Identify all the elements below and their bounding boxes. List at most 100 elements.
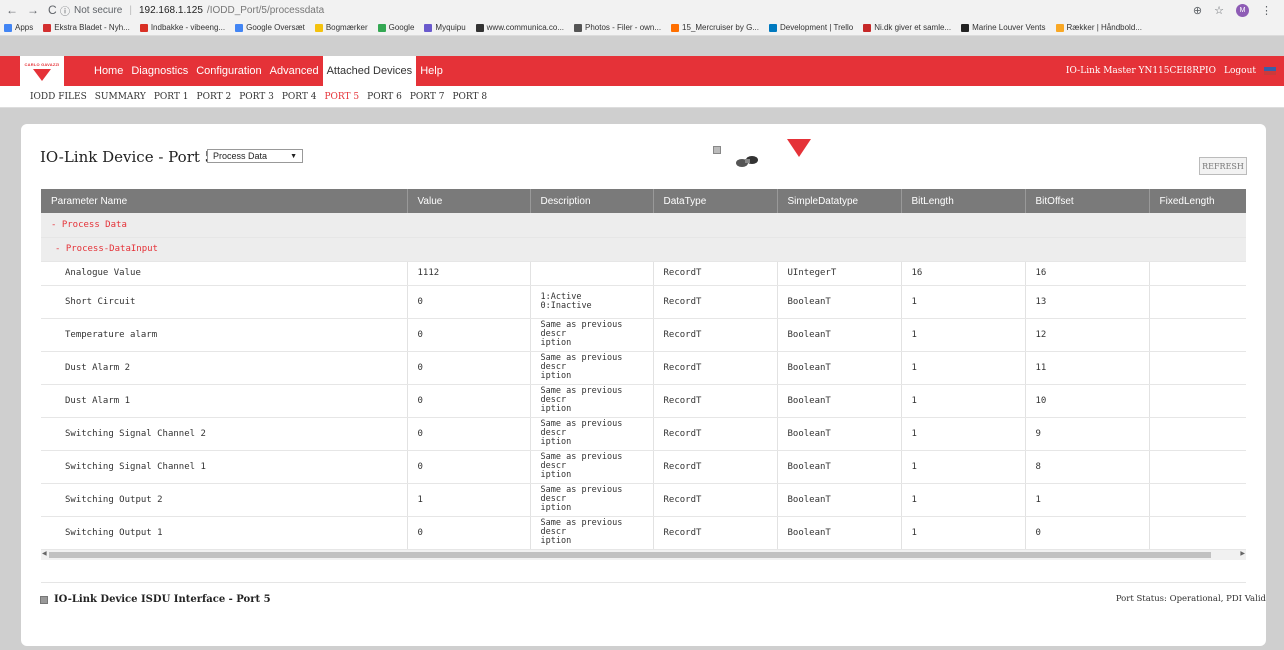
bookmark-icon xyxy=(671,23,680,32)
view-select[interactable]: Process Data ▼ xyxy=(207,149,303,163)
table-row[interactable]: Switching Signal Channel 1 0 Same as previ… xyxy=(41,450,1246,484)
back-icon[interactable]: ← xyxy=(6,3,18,17)
brand-logo[interactable]: CARLO GAVAZZI xyxy=(20,56,64,86)
bookmark-item[interactable]: Ekstra Bladet - Nyh... xyxy=(43,23,130,32)
table-row[interactable]: Dust Alarm 1 0 Same as previous descr ipti… xyxy=(41,384,1246,418)
star-icon[interactable]: ☆ xyxy=(1214,4,1224,17)
bookmark-item[interactable]: Google xyxy=(377,23,414,32)
tab-port-5[interactable]: PORT 5 xyxy=(325,92,360,102)
cell-parameter-name: Short Circuit xyxy=(41,285,408,319)
bookmark-item[interactable]: 15_Mercruiser by G... xyxy=(671,23,759,32)
tab-port-4[interactable]: PORT 4 xyxy=(282,92,317,102)
bookmarks-bar: Apps Ekstra Bladet - Nyh... Indbakke - vib… xyxy=(0,20,1284,36)
bookmark-icon xyxy=(1055,23,1064,32)
bookmark-item[interactable]: Bogmærker xyxy=(314,23,368,32)
table-row[interactable]: Switching Signal Channel 2 0 Same as previ… xyxy=(41,417,1246,451)
logout-link[interactable]: Logout xyxy=(1224,66,1256,76)
cell-description: 1:Active 0:Inactive xyxy=(530,285,654,319)
table-row[interactable]: Dust Alarm 2 0 Same as previous descr ipti… xyxy=(41,351,1246,385)
column-header[interactable]: Value xyxy=(407,189,531,213)
cell-value: 0 xyxy=(407,450,531,484)
bookmark-label: Bogmærker xyxy=(325,23,368,32)
column-header[interactable]: BitOffset xyxy=(1025,189,1150,213)
cell-bitoffset: 9 xyxy=(1025,417,1150,451)
bookmark-item[interactable]: Development | Trello xyxy=(768,23,853,32)
group-row-process-data[interactable]: - Process Data xyxy=(41,213,1246,238)
avatar[interactable]: M xyxy=(1236,3,1249,17)
tab-iodd-files[interactable]: IODD FILES xyxy=(30,92,87,102)
reload-icon[interactable]: C xyxy=(48,3,57,17)
nav-item-home[interactable]: Home xyxy=(90,56,127,86)
url-separator: | xyxy=(129,4,132,16)
bookmark-item[interactable]: www.communica.co... xyxy=(475,23,564,32)
nav-item-configuration[interactable]: Configuration xyxy=(192,56,265,86)
expand-icon[interactable] xyxy=(713,146,721,154)
cell-parameter-name: Switching Signal Channel 2 xyxy=(41,417,408,451)
bookmark-item[interactable]: Photos - Filer - own... xyxy=(574,23,661,32)
chevron-down-icon: ▼ xyxy=(290,152,297,160)
bookmark-icon xyxy=(768,23,777,32)
bookmark-item[interactable]: Google Oversæt xyxy=(235,23,305,32)
scrollbar-thumb[interactable] xyxy=(49,552,1211,558)
menu-icon[interactable]: ⋮ xyxy=(1261,4,1272,17)
cell-fixedlength xyxy=(1149,516,1246,550)
cell-datatype: RecordT xyxy=(653,483,778,517)
table-row[interactable]: Switching Output 1 0 Same as previous desc… xyxy=(41,516,1246,550)
cell-bitlength: 16 xyxy=(901,261,1026,286)
isdu-section-toggle[interactable]: IO-Link Device ISDU Interface - Port 5 xyxy=(40,594,271,605)
nav-item-diagnostics[interactable]: Diagnostics xyxy=(127,56,192,86)
expand-plus-icon[interactable] xyxy=(40,595,48,604)
refresh-button[interactable]: REFRESH xyxy=(1199,157,1247,175)
bookmark-item[interactable]: Rækker | Håndbold... xyxy=(1055,23,1142,32)
scroll-left-icon[interactable]: ◀ xyxy=(42,550,47,557)
page-title: IO-Link Device - Port 5 xyxy=(40,148,215,166)
table-row[interactable]: Temperature alarm 0 Same as previous descr… xyxy=(41,318,1246,352)
bookmark-item[interactable]: Indbakke - vibeeng... xyxy=(139,23,225,32)
group-label[interactable]: - Process-DataInput xyxy=(41,237,1246,262)
tab-port-1[interactable]: PORT 1 xyxy=(154,92,189,102)
zoom-icon[interactable]: ⊕ xyxy=(1193,4,1202,17)
info-icon[interactable]: ⓘ xyxy=(60,3,70,18)
cell-datatype: RecordT xyxy=(653,285,778,319)
group-label[interactable]: - Process Data xyxy=(41,213,1246,238)
tab-port-7[interactable]: PORT 7 xyxy=(410,92,445,102)
bookmark-item[interactable]: Ni.dk giver et samle... xyxy=(863,23,951,32)
bookmark-label: Rækker | Håndbold... xyxy=(1066,23,1142,32)
tab-port-8[interactable]: PORT 8 xyxy=(452,92,487,102)
browser-address-bar: ← → C ⓘ Not secure | 192.168.1.125/IODD_… xyxy=(0,0,1284,20)
bookmark-item[interactable]: Myquipu xyxy=(424,23,466,32)
bookmark-item[interactable]: Marine Louver Vents xyxy=(961,23,1046,32)
scroll-right-icon[interactable]: ▶ xyxy=(1240,550,1245,557)
table-row[interactable]: Short Circuit 0 1:Active 0:Inactive RecordT… xyxy=(41,285,1246,319)
cell-simpledatatype: UIntegerT xyxy=(777,261,902,286)
nav-item-help[interactable]: Help xyxy=(416,56,447,86)
url-host: 192.168.1.125 xyxy=(138,4,203,16)
cell-fixedlength xyxy=(1149,483,1246,517)
bookmark-icon xyxy=(863,23,872,32)
column-header[interactable]: Description xyxy=(530,189,654,213)
nav-item-attached-devices[interactable]: Attached Devices xyxy=(322,56,417,86)
horizontal-scrollbar[interactable]: ◀ ▶ xyxy=(41,550,1246,560)
cell-datatype: RecordT xyxy=(653,261,778,286)
tab-port-6[interactable]: PORT 6 xyxy=(367,92,402,102)
url-field[interactable]: ⓘ Not secure | 192.168.1.125/IODD_Port/5… xyxy=(60,3,324,18)
group-row-process-datainput[interactable]: - Process-DataInput xyxy=(41,237,1246,262)
column-header[interactable]: SimpleDatatype xyxy=(777,189,902,213)
bookmark-icon xyxy=(43,23,52,32)
bookmark-label: Ni.dk giver et samle... xyxy=(874,23,952,32)
bookmark-item[interactable]: Apps xyxy=(4,23,33,32)
forward-icon[interactable]: → xyxy=(27,3,39,17)
column-header[interactable]: FixedLength xyxy=(1149,189,1246,213)
column-header[interactable]: DataType xyxy=(653,189,778,213)
cell-datatype: RecordT xyxy=(653,384,778,418)
tab-port-2[interactable]: PORT 2 xyxy=(197,92,232,102)
language-flag-icon[interactable] xyxy=(1264,67,1276,75)
tab-summary[interactable]: SUMMARY xyxy=(95,92,146,102)
column-header[interactable]: BitLength xyxy=(901,189,1026,213)
tab-port-3[interactable]: PORT 3 xyxy=(239,92,274,102)
table-row[interactable]: Analogue Value 1112 RecordT UIntegerT 16 16 xyxy=(41,261,1246,286)
table-row[interactable]: Switching Output 2 1 Same as previous desc… xyxy=(41,483,1246,517)
column-header[interactable]: Parameter Name xyxy=(41,189,408,213)
nav-item-advanced[interactable]: Advanced xyxy=(266,56,323,86)
url-path: /IODD_Port/5/processdata xyxy=(206,4,325,16)
